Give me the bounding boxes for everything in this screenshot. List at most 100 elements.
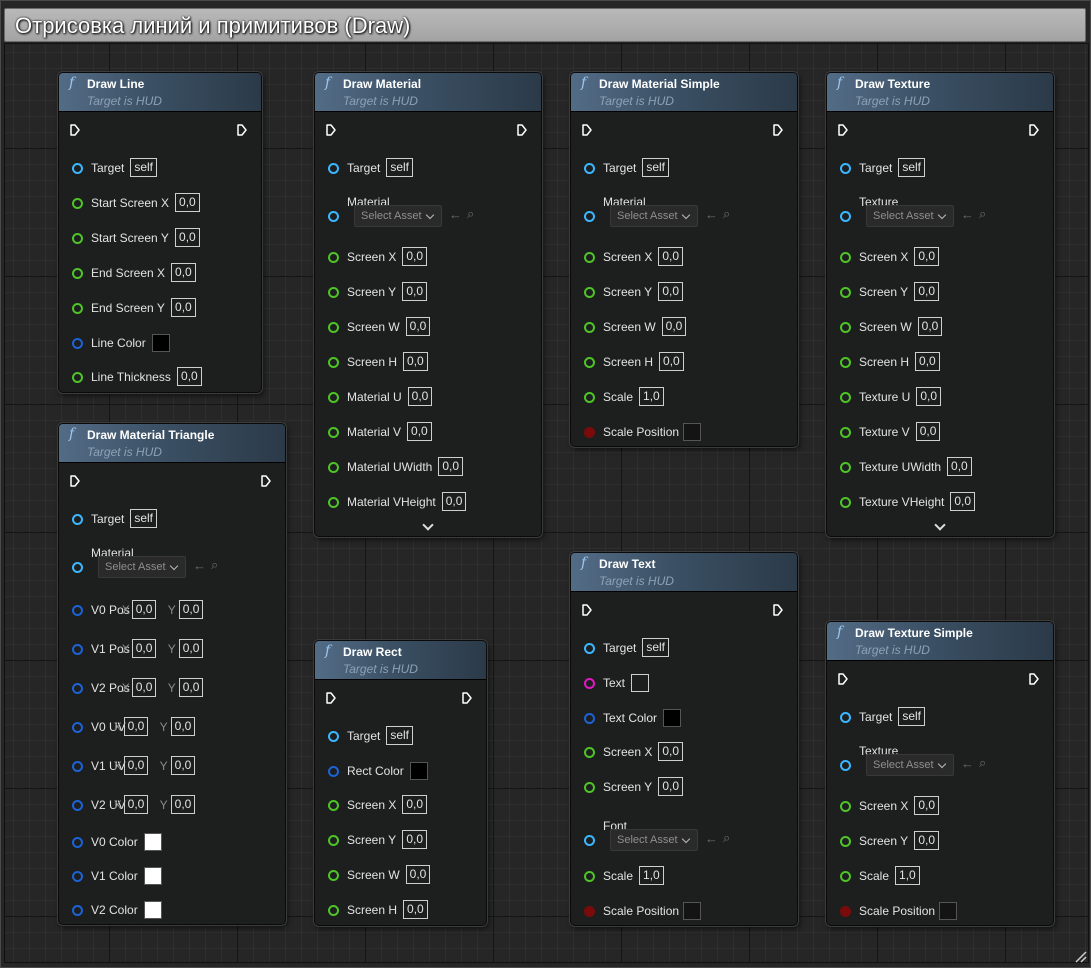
screen-y-pin-icon[interactable] — [328, 287, 339, 298]
texture-asset-dropdown[interactable]: Select Asset — [866, 754, 954, 776]
material-v-value-field[interactable]: 0,0 — [407, 422, 432, 441]
material-asset-dropdown[interactable]: Select Asset — [610, 205, 698, 227]
expand-chevron-icon[interactable] — [934, 519, 946, 531]
v0-uv-pin-icon[interactable] — [72, 722, 83, 733]
text-text-field[interactable] — [631, 674, 649, 692]
v0-uv-y-field[interactable]: 0,0 — [170, 717, 196, 736]
node-header[interactable]: f Draw Material Target is HUD — [315, 73, 541, 112]
end-screen-y-value-field[interactable]: 0,0 — [171, 298, 196, 317]
resize-grip-icon[interactable] — [1073, 949, 1087, 963]
v1-uv-x-field[interactable]: 0,0 — [123, 756, 149, 775]
material-pin-icon[interactable] — [328, 211, 339, 222]
material-v-pin-icon[interactable] — [328, 427, 339, 438]
v1-color-pin-icon[interactable] — [72, 871, 83, 882]
screen-y-value-field[interactable]: 0,0 — [402, 830, 428, 849]
target-pin-icon[interactable] — [328, 163, 339, 174]
target-value-field[interactable]: self — [642, 638, 670, 657]
exec-out-pin-icon[interactable] — [517, 124, 527, 136]
screen-w-value-field[interactable]: 0,0 — [661, 317, 687, 336]
node-draw-texture-simple[interactable]: f Draw Texture Simple Target is HUD Target s… — [826, 621, 1054, 926]
node-draw-material-simple[interactable]: f Draw Material Simple Target is HUD Target… — [570, 72, 798, 447]
scale-pin-icon[interactable] — [584, 871, 595, 882]
texture-v-pin-icon[interactable] — [840, 427, 851, 438]
screen-x-pin-icon[interactable] — [328, 800, 339, 811]
texture-uwidth-value-field[interactable]: 0,0 — [947, 457, 972, 476]
use-selected-asset-icon[interactable]: ← — [961, 207, 974, 222]
line-thickness-pin-icon[interactable] — [72, 372, 83, 383]
browse-asset-icon[interactable]: ⌕ — [979, 206, 986, 222]
screen-w-value-field[interactable]: 0,0 — [405, 317, 431, 336]
rect-color-color-swatch[interactable] — [409, 762, 428, 780]
target-pin-icon[interactable] — [840, 712, 851, 723]
screen-h-value-field[interactable]: 0,0 — [659, 352, 684, 371]
exec-in-pin-icon[interactable] — [582, 604, 592, 616]
texture-vheight-value-field[interactable]: 0,0 — [950, 492, 976, 511]
screen-w-value-field[interactable]: 0,0 — [917, 317, 943, 336]
exec-out-pin-icon[interactable] — [1029, 673, 1039, 685]
exec-in-pin-icon[interactable] — [70, 124, 80, 136]
font-pin-icon[interactable] — [584, 835, 595, 846]
v1-color-color-swatch[interactable] — [143, 867, 162, 885]
exec-in-pin-icon[interactable] — [326, 124, 336, 136]
node-header[interactable]: f Draw Material Triangle Target is HUD — [59, 424, 285, 463]
v1-uv-y-field[interactable]: 0,0 — [170, 756, 196, 775]
screen-x-pin-icon[interactable] — [584, 252, 595, 263]
screen-y-pin-icon[interactable] — [328, 835, 339, 846]
start-screen-y-pin-icon[interactable] — [72, 233, 83, 244]
screen-h-pin-icon[interactable] — [328, 357, 339, 368]
rect-color-pin-icon[interactable] — [328, 766, 339, 777]
end-screen-y-pin-icon[interactable] — [72, 303, 83, 314]
scale-position-pin-icon[interactable] — [584, 906, 595, 917]
texture-pin-icon[interactable] — [840, 760, 851, 771]
v0-uv-x-field[interactable]: 0,0 — [123, 717, 149, 736]
v2-uv-y-field[interactable]: 0,0 — [170, 795, 196, 814]
exec-out-pin-icon[interactable] — [773, 124, 783, 136]
material-pin-icon[interactable] — [584, 211, 595, 222]
v2-pos-pin-icon[interactable] — [72, 683, 83, 694]
texture-uwidth-pin-icon[interactable] — [840, 462, 851, 473]
screen-w-pin-icon[interactable] — [584, 322, 595, 333]
text-color-pin-icon[interactable] — [584, 713, 595, 724]
screen-y-value-field[interactable]: 0,0 — [658, 777, 684, 796]
material-asset-dropdown[interactable]: Select Asset — [98, 556, 186, 578]
browse-asset-icon[interactable]: ⌕ — [723, 830, 730, 846]
line-color-pin-icon[interactable] — [72, 338, 83, 349]
texture-vheight-pin-icon[interactable] — [840, 497, 851, 508]
screen-x-pin-icon[interactable] — [840, 801, 851, 812]
browse-asset-icon[interactable]: ⌕ — [979, 755, 986, 771]
font-asset-dropdown[interactable]: Select Asset — [610, 829, 698, 851]
start-screen-y-value-field[interactable]: 0,0 — [175, 228, 200, 247]
screen-w-value-field[interactable]: 0,0 — [405, 865, 431, 884]
scale-position-pin-icon[interactable] — [840, 906, 851, 917]
screen-w-pin-icon[interactable] — [328, 870, 339, 881]
node-draw-line[interactable]: f Draw Line Target is HUD Target self Start S… — [58, 72, 262, 393]
texture-v-value-field[interactable]: 0,0 — [915, 422, 941, 441]
scale-value-field[interactable]: 1,0 — [639, 387, 664, 406]
material-pin-icon[interactable] — [72, 562, 83, 573]
v0-pos-x-field[interactable]: 0,0 — [131, 600, 157, 619]
exec-in-pin-icon[interactable] — [838, 673, 848, 685]
scale-position-checkbox[interactable] — [939, 902, 957, 920]
screen-y-pin-icon[interactable] — [840, 287, 851, 298]
screen-y-pin-icon[interactable] — [584, 287, 595, 298]
expand-chevron-icon[interactable] — [422, 519, 434, 531]
browse-asset-icon[interactable]: ⌕ — [211, 557, 218, 573]
v2-uv-x-field[interactable]: 0,0 — [123, 795, 149, 814]
screen-y-value-field[interactable]: 0,0 — [914, 282, 940, 301]
texture-u-pin-icon[interactable] — [840, 392, 851, 403]
scale-position-pin-icon[interactable] — [584, 427, 595, 438]
node-header[interactable]: f Draw Rect Target is HUD — [315, 641, 486, 680]
exec-in-pin-icon[interactable] — [326, 692, 336, 704]
exec-out-pin-icon[interactable] — [1029, 124, 1039, 136]
material-asset-dropdown[interactable]: Select Asset — [354, 205, 442, 227]
use-selected-asset-icon[interactable]: ← — [449, 207, 462, 222]
screen-x-value-field[interactable]: 0,0 — [658, 247, 684, 266]
scale-position-checkbox[interactable] — [683, 902, 701, 920]
v1-pos-y-field[interactable]: 0,0 — [178, 639, 204, 658]
browse-asset-icon[interactable]: ⌕ — [723, 206, 730, 222]
screen-x-value-field[interactable]: 0,0 — [914, 247, 940, 266]
use-selected-asset-icon[interactable]: ← — [705, 831, 718, 846]
screen-w-pin-icon[interactable] — [328, 322, 339, 333]
node-header[interactable]: f Draw Text Target is HUD — [571, 553, 797, 592]
node-header[interactable]: f Draw Material Simple Target is HUD — [571, 73, 797, 112]
